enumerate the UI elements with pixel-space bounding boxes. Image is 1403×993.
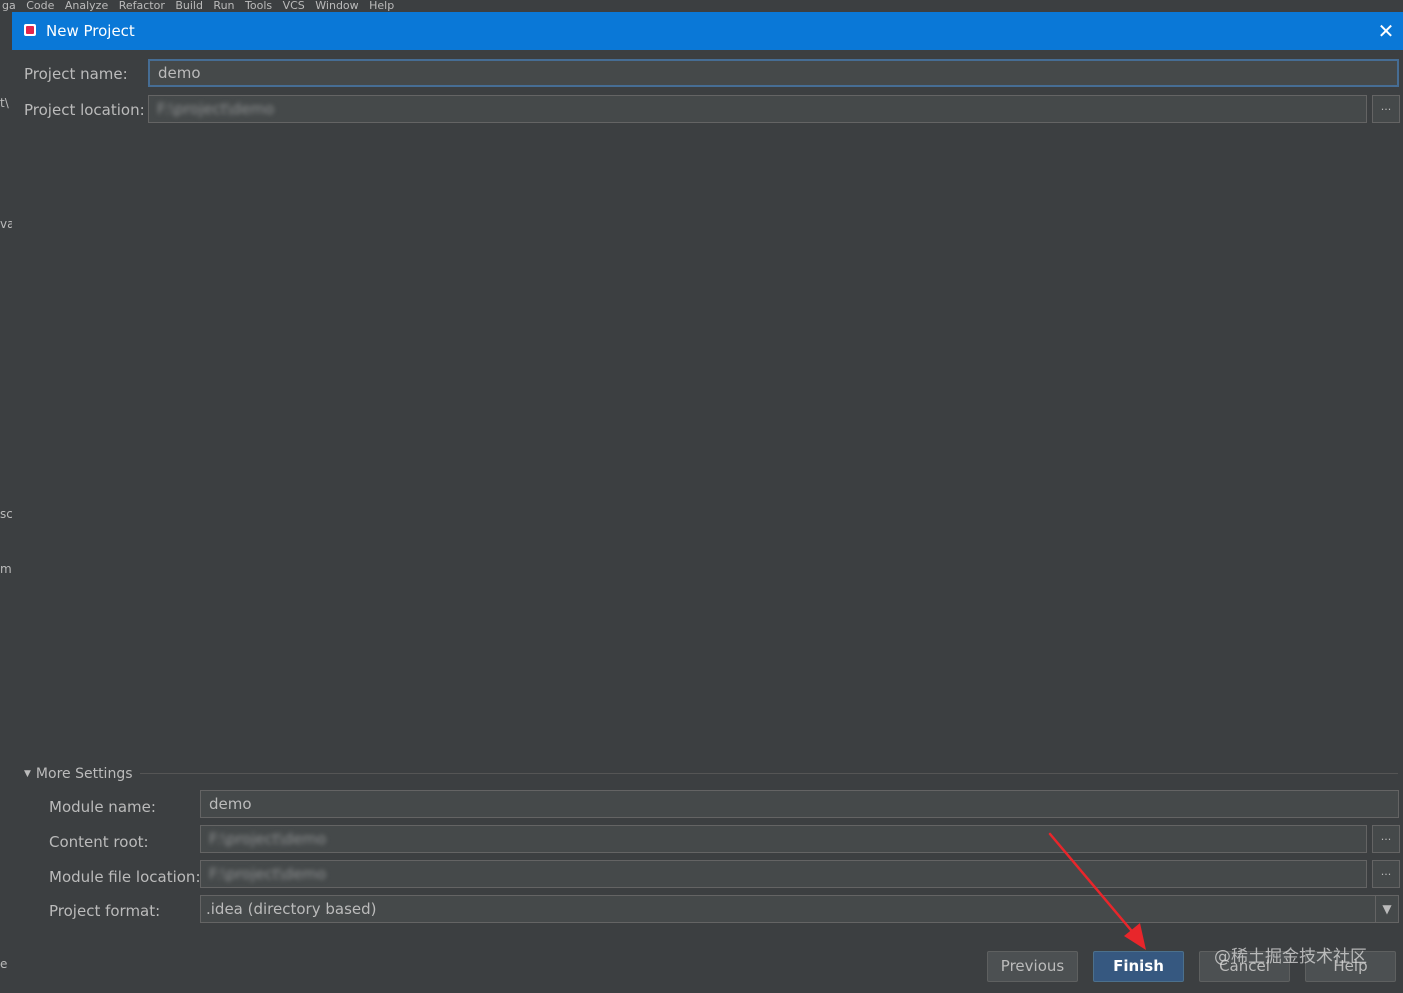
- module-file-location-value: F:\project\demo: [209, 865, 327, 883]
- module-file-location-label: Module file location:: [49, 868, 201, 886]
- annotation-arrow: [1048, 832, 1146, 950]
- dropdown-arrow-icon[interactable]: ▼: [1375, 896, 1398, 922]
- close-icon[interactable]: ✕: [1375, 20, 1397, 42]
- intellij-app-icon: [24, 24, 36, 36]
- project-location-input[interactable]: F:\project\demo: [148, 95, 1367, 123]
- content-root-label: Content root:: [49, 833, 149, 851]
- project-format-select[interactable]: .idea (directory based) ▼: [200, 895, 1399, 923]
- project-location-browse-button[interactable]: ...: [1372, 95, 1400, 123]
- project-location-label: Project location:: [24, 101, 145, 119]
- project-location-value: F:\project\demo: [157, 100, 275, 118]
- new-project-dialog: New Project ✕ Project name: demo Project…: [12, 12, 1403, 993]
- project-name-label: Project name:: [24, 65, 128, 83]
- annotation-arrow-shaft: [1048, 832, 1138, 938]
- module-file-location-browse-button[interactable]: ...: [1372, 860, 1400, 888]
- help-button[interactable]: Help: [1305, 951, 1396, 982]
- content-root-input[interactable]: F:\project\demo: [200, 825, 1367, 853]
- ide-menubar-background: ga Code Analyze Refactor Build Run Tools…: [0, 0, 1403, 12]
- module-file-location-input[interactable]: F:\project\demo: [200, 860, 1367, 888]
- project-name-input[interactable]: demo: [148, 59, 1399, 87]
- content-root-value: F:\project\demo: [209, 830, 327, 848]
- triangle-down-icon: ▼: [24, 769, 31, 779]
- more-settings-toggle[interactable]: ▼ More Settings: [24, 764, 133, 784]
- dialog-title: New Project: [46, 22, 135, 40]
- more-settings-label: More Settings: [35, 766, 133, 782]
- more-settings-divider: [140, 773, 1398, 774]
- cancel-button[interactable]: Cancel: [1199, 951, 1290, 982]
- content-root-browse-button[interactable]: ...: [1372, 825, 1400, 853]
- project-format-value: .idea (directory based): [206, 900, 377, 918]
- module-name-input[interactable]: demo: [200, 790, 1399, 818]
- dialog-titlebar: New Project ✕: [12, 12, 1403, 50]
- module-name-label: Module name:: [49, 798, 156, 816]
- project-format-label: Project format:: [49, 902, 161, 920]
